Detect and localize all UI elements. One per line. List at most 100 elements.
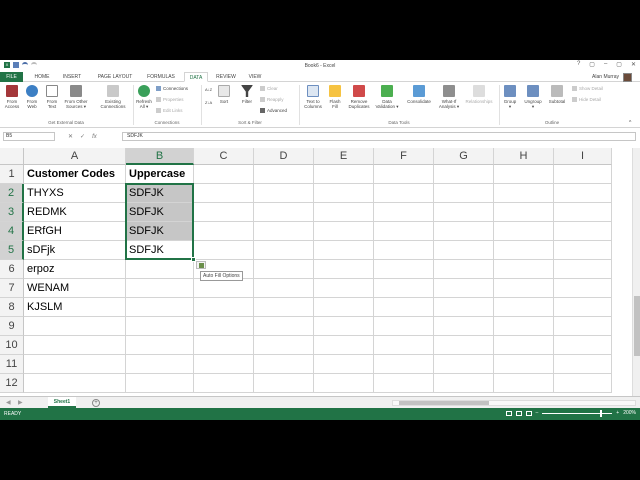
cell-b5[interactable]: SDFJK bbox=[126, 241, 194, 260]
ribbon-display-icon[interactable]: ▢ bbox=[589, 61, 595, 68]
cell-b10[interactable] bbox=[126, 336, 194, 355]
cell-c10[interactable] bbox=[194, 336, 254, 355]
tab-view[interactable]: VIEW bbox=[244, 72, 266, 82]
cell-h8[interactable] bbox=[494, 298, 554, 317]
vertical-scrollbar[interactable] bbox=[632, 148, 640, 396]
cell-e10[interactable] bbox=[314, 336, 374, 355]
flash-fill-button[interactable]: Flash Fill bbox=[326, 85, 344, 109]
cell-c1[interactable] bbox=[194, 165, 254, 184]
sheet-tab-sheet1[interactable]: Sheet1 bbox=[48, 397, 76, 408]
cell-g2[interactable] bbox=[434, 184, 494, 203]
show-detail-button[interactable]: Show Detail bbox=[572, 86, 603, 91]
cell-e5[interactable] bbox=[314, 241, 374, 260]
cell-c5[interactable] bbox=[194, 241, 254, 260]
what-if-analysis-button[interactable]: What-If Analysis ▾ bbox=[436, 85, 462, 109]
cell-f12[interactable] bbox=[374, 374, 434, 393]
cell-e2[interactable] bbox=[314, 184, 374, 203]
ungroup-button[interactable]: Ungroup ▾ bbox=[520, 85, 546, 109]
cell-g5[interactable] bbox=[434, 241, 494, 260]
close-icon[interactable]: ✕ bbox=[631, 61, 636, 68]
cell-b11[interactable] bbox=[126, 355, 194, 374]
prev-sheet-icon[interactable]: ◀ bbox=[6, 399, 11, 406]
next-sheet-icon[interactable]: ▶ bbox=[18, 399, 23, 406]
cell-h11[interactable] bbox=[494, 355, 554, 374]
sort-a-z-button[interactable]: A↓Z bbox=[205, 87, 212, 92]
cell-d8[interactable] bbox=[254, 298, 314, 317]
relationships-button[interactable]: Relationships bbox=[462, 85, 496, 104]
cell-f7[interactable] bbox=[374, 279, 434, 298]
from-access-button[interactable]: From Access bbox=[3, 85, 21, 109]
cell-e8[interactable] bbox=[314, 298, 374, 317]
cell-d1[interactable] bbox=[254, 165, 314, 184]
text-to-columns-button[interactable]: Text to Columns bbox=[300, 85, 326, 109]
cell-h6[interactable] bbox=[494, 260, 554, 279]
cell-i11[interactable] bbox=[554, 355, 612, 374]
cell-c3[interactable] bbox=[194, 203, 254, 222]
cell-f5[interactable] bbox=[374, 241, 434, 260]
cell-e1[interactable] bbox=[314, 165, 374, 184]
sort-z-a-button[interactable]: Z↓A bbox=[205, 100, 212, 105]
cell-c8[interactable] bbox=[194, 298, 254, 317]
select-all-corner[interactable] bbox=[0, 148, 24, 165]
cell-a6[interactable]: erpoz bbox=[24, 260, 126, 279]
reapply-button[interactable]: Reapply bbox=[260, 97, 284, 102]
zoom-slider[interactable] bbox=[542, 409, 613, 417]
connections-button[interactable]: Connections bbox=[156, 86, 188, 91]
cell-i6[interactable] bbox=[554, 260, 612, 279]
from-web-button[interactable]: From Web bbox=[23, 85, 41, 109]
cell-b9[interactable] bbox=[126, 317, 194, 336]
cell-a8[interactable]: KJSLM bbox=[24, 298, 126, 317]
cell-g9[interactable] bbox=[434, 317, 494, 336]
row-header-11[interactable]: 11 bbox=[0, 355, 24, 374]
cell-d9[interactable] bbox=[254, 317, 314, 336]
cell-a3[interactable]: REDMK bbox=[24, 203, 126, 222]
hide-detail-button[interactable]: Hide Detail bbox=[572, 97, 601, 102]
cell-a10[interactable] bbox=[24, 336, 126, 355]
cell-h9[interactable] bbox=[494, 317, 554, 336]
sort-button[interactable]: Sort bbox=[216, 85, 232, 104]
existing-connections-button[interactable]: Existing Connections bbox=[96, 85, 130, 109]
zoom-out-icon[interactable]: – bbox=[536, 410, 539, 416]
column-header-f[interactable]: F bbox=[374, 148, 434, 165]
cell-i8[interactable] bbox=[554, 298, 612, 317]
cell-c9[interactable] bbox=[194, 317, 254, 336]
refresh-all-button[interactable]: Refresh All ▾ bbox=[135, 85, 153, 109]
cell-a7[interactable]: WENAM bbox=[24, 279, 126, 298]
clear-filter-button[interactable]: Clear bbox=[260, 86, 278, 91]
minimize-icon[interactable]: – bbox=[604, 61, 607, 68]
name-box[interactable]: B5 bbox=[3, 132, 55, 141]
filter-button[interactable]: Filter bbox=[238, 85, 256, 104]
cell-f4[interactable] bbox=[374, 222, 434, 241]
cell-b7[interactable] bbox=[126, 279, 194, 298]
cell-b2[interactable]: SDFJK bbox=[126, 184, 194, 203]
cell-d2[interactable] bbox=[254, 184, 314, 203]
cell-g10[interactable] bbox=[434, 336, 494, 355]
row-header-10[interactable]: 10 bbox=[0, 336, 24, 355]
data-validation-button[interactable]: Data Validation ▾ bbox=[372, 85, 402, 109]
row-header-7[interactable]: 7 bbox=[0, 279, 24, 298]
row-header-6[interactable]: 6 bbox=[0, 260, 24, 279]
cell-f3[interactable] bbox=[374, 203, 434, 222]
row-header-4[interactable]: 4 bbox=[0, 222, 24, 241]
cell-i4[interactable] bbox=[554, 222, 612, 241]
cell-i3[interactable] bbox=[554, 203, 612, 222]
insert-function-icon[interactable]: fx bbox=[92, 134, 97, 140]
zoom-level[interactable]: 200% bbox=[623, 410, 636, 416]
cell-g7[interactable] bbox=[434, 279, 494, 298]
cell-b12[interactable] bbox=[126, 374, 194, 393]
normal-view-icon[interactable] bbox=[505, 410, 512, 416]
cell-i10[interactable] bbox=[554, 336, 612, 355]
cell-c4[interactable] bbox=[194, 222, 254, 241]
column-header-d[interactable]: D bbox=[254, 148, 314, 165]
cell-b3[interactable]: SDFJK bbox=[126, 203, 194, 222]
row-header-3[interactable]: 3 bbox=[0, 203, 24, 222]
cell-d5[interactable] bbox=[254, 241, 314, 260]
edit-links-button[interactable]: Edit Links bbox=[156, 108, 183, 113]
row-header-1[interactable]: 1 bbox=[0, 165, 24, 184]
cell-d10[interactable] bbox=[254, 336, 314, 355]
add-sheet-icon[interactable]: + bbox=[92, 399, 100, 407]
tab-file[interactable]: FILE bbox=[0, 72, 23, 82]
cell-h7[interactable] bbox=[494, 279, 554, 298]
cell-d6[interactable] bbox=[254, 260, 314, 279]
avatar[interactable] bbox=[623, 72, 632, 82]
